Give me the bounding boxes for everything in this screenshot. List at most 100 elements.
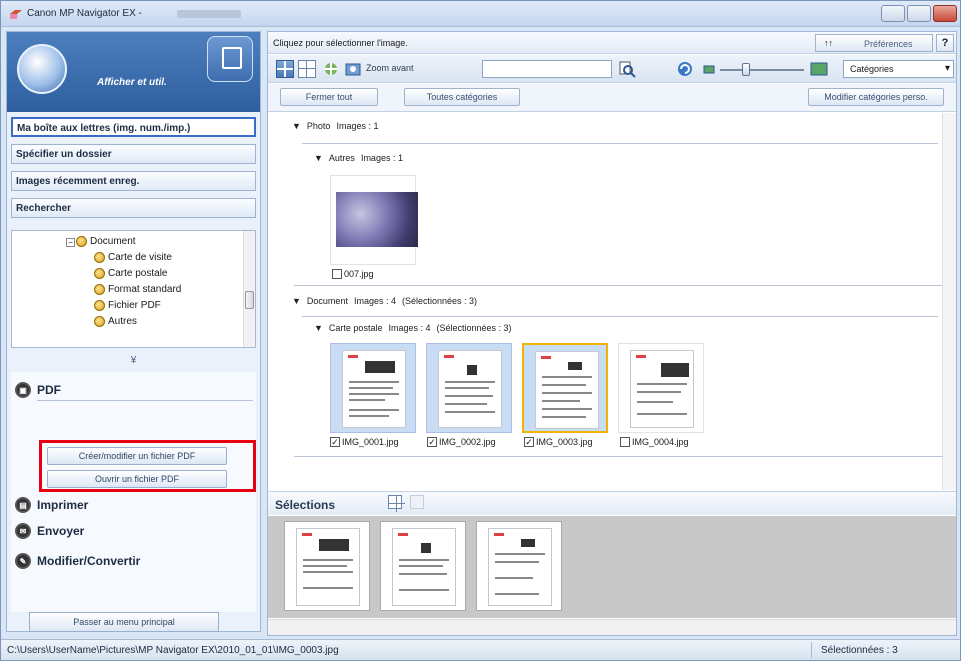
nav-search[interactable]: Rechercher [11,198,256,218]
open-pdf-button[interactable]: Ouvrir un fichier PDF [47,470,227,488]
document-preview [535,351,599,429]
mode-title: Afficher et util. [97,77,167,88]
document-preview [296,528,360,606]
create-pdf-button[interactable]: Créer/modifier un fichier PDF [47,447,227,465]
thumbnail-scrollbar[interactable] [942,113,956,490]
hint-text: Cliquez pour sélectionner l'image. [273,38,408,48]
tree-item-format-standard[interactable]: Format standard [94,284,181,295]
preferences-icon: ↑↑ [824,38,833,48]
search-icon[interactable] [618,60,636,78]
expand-triangle-icon: ▼ [292,296,301,306]
divider [811,642,812,658]
panel-splitter[interactable]: ¥ [11,355,256,369]
document-preview [392,528,456,606]
tree-item-carte-postale[interactable]: Carte postale [94,268,167,279]
group-photo[interactable]: ▼ Photo Images : 1 [292,121,378,131]
thumbnail-caption[interactable]: ✓ IMG_0001.jpg [330,437,399,447]
thumbnail-caption[interactable]: 007.jpg [332,269,374,279]
tray-grid-icon[interactable] [388,495,405,512]
tree-item-fichier-pdf[interactable]: Fichier PDF [94,300,161,311]
tray-item[interactable] [284,521,370,611]
app-icon [10,10,22,19]
divider [294,285,944,286]
select-all-icon[interactable] [276,60,294,78]
tree-item-autres[interactable]: Autres [94,316,137,327]
thumbnail-img-0003[interactable] [522,343,608,433]
tray-item[interactable] [476,521,562,611]
small-thumbnail-icon[interactable] [700,60,718,78]
zoom-in-label[interactable]: Zoom avant [366,63,414,73]
zoom-in-icon[interactable] [344,60,362,78]
help-button[interactable]: ? [936,34,954,52]
tree-scrollbar[interactable] [243,231,255,347]
collapse-icon[interactable]: − [66,238,75,247]
checkbox[interactable] [620,437,630,447]
send-section[interactable]: ✉ Envoyer [15,523,84,539]
close-button[interactable] [933,5,957,22]
view-mode-select[interactable]: Catégories [843,60,954,78]
thumbnail-caption[interactable]: IMG_0004.jpg [620,437,689,447]
maximize-button[interactable] [907,5,931,22]
checkbox[interactable]: ✓ [427,437,437,447]
nav-mailbox[interactable]: Ma boîte aux lettres (img. num./imp.) [11,117,256,137]
toolbar: Zoom avant Catégories [268,55,956,83]
print-section[interactable]: ▤ Imprimer [15,497,88,513]
tree-item-document[interactable]: Document [76,236,136,247]
nav-specify-folder[interactable]: Spécifier un dossier [11,144,256,164]
document-preview [488,528,552,606]
navigator-mode-icon[interactable] [17,44,67,94]
pencil-icon: ✎ [15,553,31,569]
expand-triangle-icon: ▼ [292,121,301,131]
right-panel: Cliquez pour sélectionner l'image. ↑↑ Pré… [267,31,957,636]
all-categories-button[interactable]: Toutes catégories [404,88,520,106]
file-path: C:\Users\UserName\Pictures\MP Navigator … [7,645,339,656]
selections-label: Sélections [275,498,336,512]
modify-categories-button[interactable]: Modifier catégories perso. [808,88,944,106]
document-preview [342,350,406,428]
slider-knob[interactable] [742,63,750,76]
tray-single-icon[interactable] [410,495,424,509]
large-thumbnail-icon[interactable] [810,60,828,78]
close-all-button[interactable]: Fermer tout [280,88,378,106]
convert-section[interactable]: ✎ Modifier/Convertir [15,553,140,569]
thumbnail-caption[interactable]: ✓ IMG_0003.jpg [524,437,593,447]
photo-image [336,192,418,247]
checkbox[interactable] [332,269,342,279]
correct-enhance-icon[interactable] [322,60,340,78]
pdf-section[interactable]: ▣ PDF [15,382,61,398]
info-bar: Cliquez pour sélectionner l'image. ↑↑ Pré… [268,32,956,54]
group-carte-postale[interactable]: ▼ Carte postale Images : 4 (Sélectionnée… [314,323,512,333]
folder-icon [94,268,105,279]
folder-icon [94,252,105,263]
tray-scrollbar[interactable] [268,619,956,635]
divider [302,316,938,317]
thumbnail-caption[interactable]: ✓ IMG_0002.jpg [427,437,496,447]
refresh-icon[interactable] [676,60,694,78]
thumbnail-img-0004[interactable] [618,343,704,433]
app-window: Canon MP Navigator EX - Afficher et util… [0,0,961,661]
thumbnail-area: ▼ Photo Images : 1 ▼ Autres Images : 1 0… [268,113,956,490]
nav-recent-images[interactable]: Images récemment enreg. [11,171,256,191]
minimize-button[interactable] [881,5,905,22]
checkbox[interactable]: ✓ [524,437,534,447]
folder-icon [94,284,105,295]
preferences-button[interactable]: ↑↑ Préférences [815,34,933,52]
group-document[interactable]: ▼ Document Images : 4 (Sélectionnées : 3… [292,296,477,306]
main-menu-button[interactable]: Passer au menu principal [29,612,219,632]
tree-scrollbar-thumb[interactable] [245,291,254,309]
thumbnail-photo[interactable] [330,175,418,265]
checkbox[interactable]: ✓ [330,437,340,447]
category-bar: Fermer tout Toutes catégories Modifier c… [268,84,956,112]
divider [294,456,944,457]
search-input[interactable] [482,60,612,78]
thumbnail-img-0002[interactable] [426,343,512,433]
tree-item-carte-visite[interactable]: Carte de visite [94,252,172,263]
group-autres[interactable]: ▼ Autres Images : 1 [314,153,403,163]
thumbnail-img-0001[interactable] [330,343,416,433]
one-click-mode-icon[interactable] [207,36,253,82]
left-panel: Afficher et util. Ma boîte aux lettres (… [6,31,261,632]
thumbnail-size-slider[interactable] [720,63,804,76]
tray-item[interactable] [380,521,466,611]
category-tree[interactable]: − Document Carte de visite Carte postale… [11,230,256,348]
deselect-all-icon[interactable] [298,60,316,78]
